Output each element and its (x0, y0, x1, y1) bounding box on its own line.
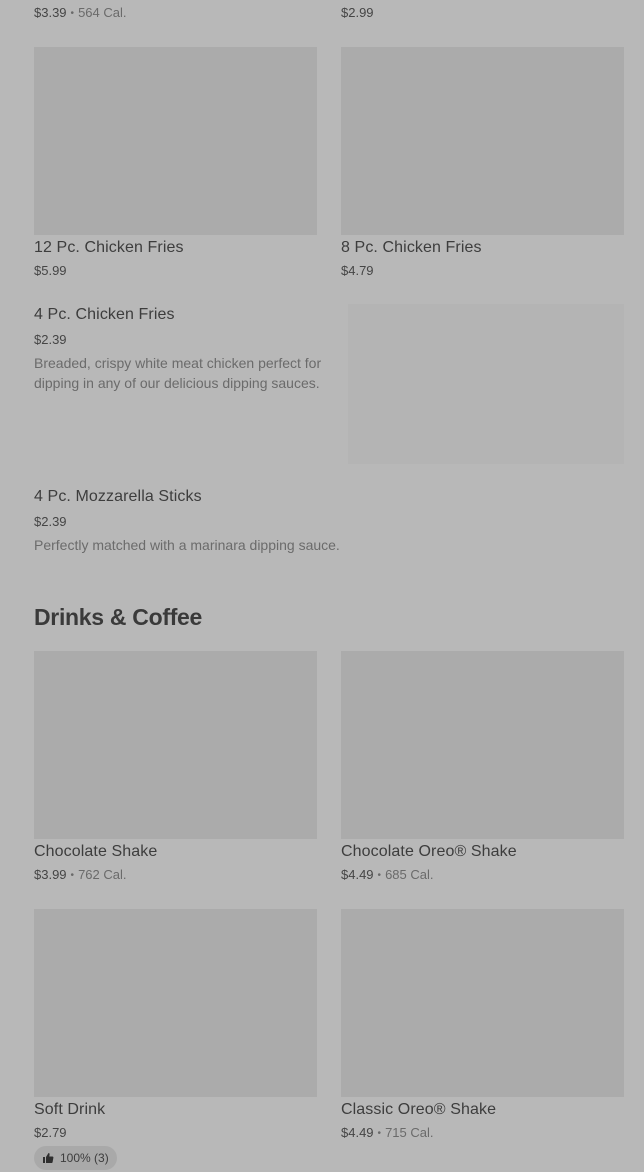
item-name: 8 Pc. Chicken Fries (341, 239, 482, 256)
item-price: $3.99 (34, 867, 67, 882)
item-description: Breaded, crispy white meat chicken perfe… (34, 355, 322, 391)
item-image[interactable] (341, 651, 624, 839)
separator-dot: • (377, 1128, 382, 1139)
rating-text: 100% (3) (60, 1151, 109, 1165)
item-price: $3.39 (34, 5, 67, 20)
item-price: $2.39 (34, 332, 67, 347)
section-title: Drinks & Coffee (34, 604, 203, 630)
separator-dot: • (377, 870, 382, 881)
menu-list-item[interactable]: 4 Pc. Mozzarella Sticks $2.39 Perfectly … (34, 486, 624, 558)
item-price: $2.39 (34, 514, 67, 529)
menu-item-card[interactable]: Chocolate Oreo® Shake $4.49 • 685 Cal. (341, 651, 624, 886)
item-calories: 715 Cal. (385, 1125, 434, 1140)
item-name: 12 Pc. Chicken Fries (34, 239, 184, 256)
item-image[interactable] (341, 47, 624, 235)
menu-item-card[interactable]: 12 Pc. Chicken Fries $5.99 (34, 47, 317, 282)
menu-list-item[interactable]: 4 Pc. Chicken Fries $2.39 Breaded, crisp… (34, 304, 624, 464)
menu-item-card[interactable]: Classic Oreo® Shake $4.49 • 715 Cal. (341, 909, 624, 1144)
item-calories: 685 Cal. (385, 867, 434, 882)
item-price: $4.49 (341, 867, 374, 882)
item-name: Chocolate Oreo® Shake (341, 843, 517, 860)
item-price: $4.49 (341, 1125, 374, 1140)
rating-badge: 100% (3) (34, 1146, 117, 1170)
item-price-row: $4.49 • 685 Cal. (341, 867, 433, 882)
item-price: $4.79 (341, 263, 374, 278)
top-right-price-row: $2.99 (341, 5, 374, 20)
item-price-row: $3.99 • 762 Cal. (34, 867, 126, 882)
item-price-row: $4.49 • 715 Cal. (341, 1125, 433, 1140)
menu-item-card[interactable]: 8 Pc. Chicken Fries $4.79 (341, 47, 624, 282)
item-image[interactable] (34, 47, 317, 235)
item-price: $2.99 (341, 5, 374, 20)
item-calories: 762 Cal. (78, 867, 127, 882)
separator-dot: • (70, 8, 75, 19)
top-left-price-row: $3.39 • 564 Cal. (34, 5, 126, 20)
item-name: 4 Pc. Mozzarella Sticks (34, 488, 202, 505)
thumbs-up-icon (43, 1153, 54, 1163)
item-name: Chocolate Shake (34, 843, 158, 860)
item-image[interactable] (348, 304, 624, 464)
separator-dot: • (70, 870, 75, 881)
menu-item-card[interactable]: Soft Drink $2.79 100% (3) (34, 909, 317, 1172)
item-description: Perfectly matched with a marinara dippin… (34, 537, 340, 553)
item-calories: 564 Cal. (78, 5, 127, 20)
item-image[interactable] (34, 909, 317, 1097)
item-image[interactable] (34, 651, 317, 839)
item-price: $5.99 (34, 263, 67, 278)
item-name: Classic Oreo® Shake (341, 1101, 497, 1118)
item-price: $2.79 (34, 1125, 67, 1140)
item-image[interactable] (341, 909, 624, 1097)
item-name: Soft Drink (34, 1101, 106, 1118)
item-name: 4 Pc. Chicken Fries (34, 306, 175, 323)
menu-item-card[interactable]: Chocolate Shake $3.99 • 762 Cal. (34, 651, 317, 886)
